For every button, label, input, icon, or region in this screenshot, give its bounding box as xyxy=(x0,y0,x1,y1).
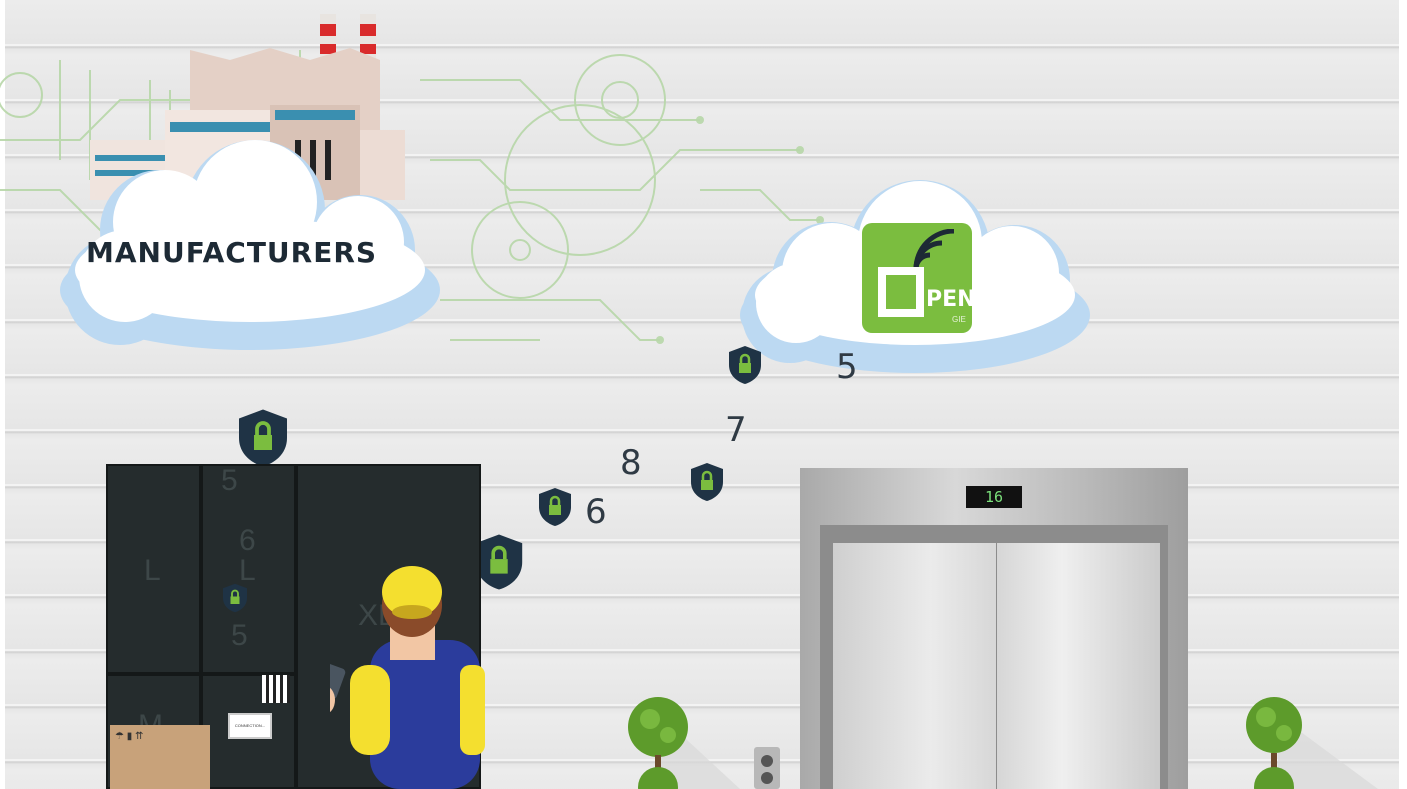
number-label: 5 xyxy=(836,347,858,387)
floor-display: 16 xyxy=(966,486,1022,508)
number-label: 5 xyxy=(231,619,248,652)
elevator-door-right xyxy=(997,543,1160,789)
logo-gie-text: GIE xyxy=(952,315,966,324)
number-label: 8 xyxy=(620,443,642,483)
right-border xyxy=(1399,0,1407,789)
shield-lock-icon xyxy=(691,463,723,501)
parcel-box: ☂ ▮ ⇈ xyxy=(110,725,210,789)
locker-size-label: L xyxy=(144,554,161,587)
locker-screen: CONNECTION... xyxy=(228,713,272,739)
logo-o-square xyxy=(878,267,924,317)
shield-lock-icon xyxy=(223,583,247,613)
number-label: 6 xyxy=(585,492,607,532)
open-gie-logo: PEN GIE xyxy=(862,223,976,333)
logo-pen-text: PEN xyxy=(926,287,976,312)
number-label: 7 xyxy=(725,410,747,450)
tree-icon xyxy=(628,697,740,789)
number-label: 6 xyxy=(239,524,256,557)
shield-lock-icon xyxy=(729,346,761,384)
shield-lock-icon xyxy=(239,409,287,467)
elevator-call-panel[interactable] xyxy=(754,747,780,789)
number-label: 5 xyxy=(221,464,238,497)
shield-lock-icon xyxy=(539,488,571,526)
manufacturers-label: MANUFACTURERS xyxy=(86,236,378,269)
fragile-box-icon: ☂ ▮ ⇈ xyxy=(115,731,144,742)
qr-code-icon xyxy=(262,675,290,703)
person-icon xyxy=(330,566,485,789)
elevator-door-left xyxy=(833,543,996,789)
call-button-up[interactable] xyxy=(761,755,773,767)
tree-icon xyxy=(1246,697,1378,789)
call-button-down[interactable] xyxy=(761,772,773,784)
